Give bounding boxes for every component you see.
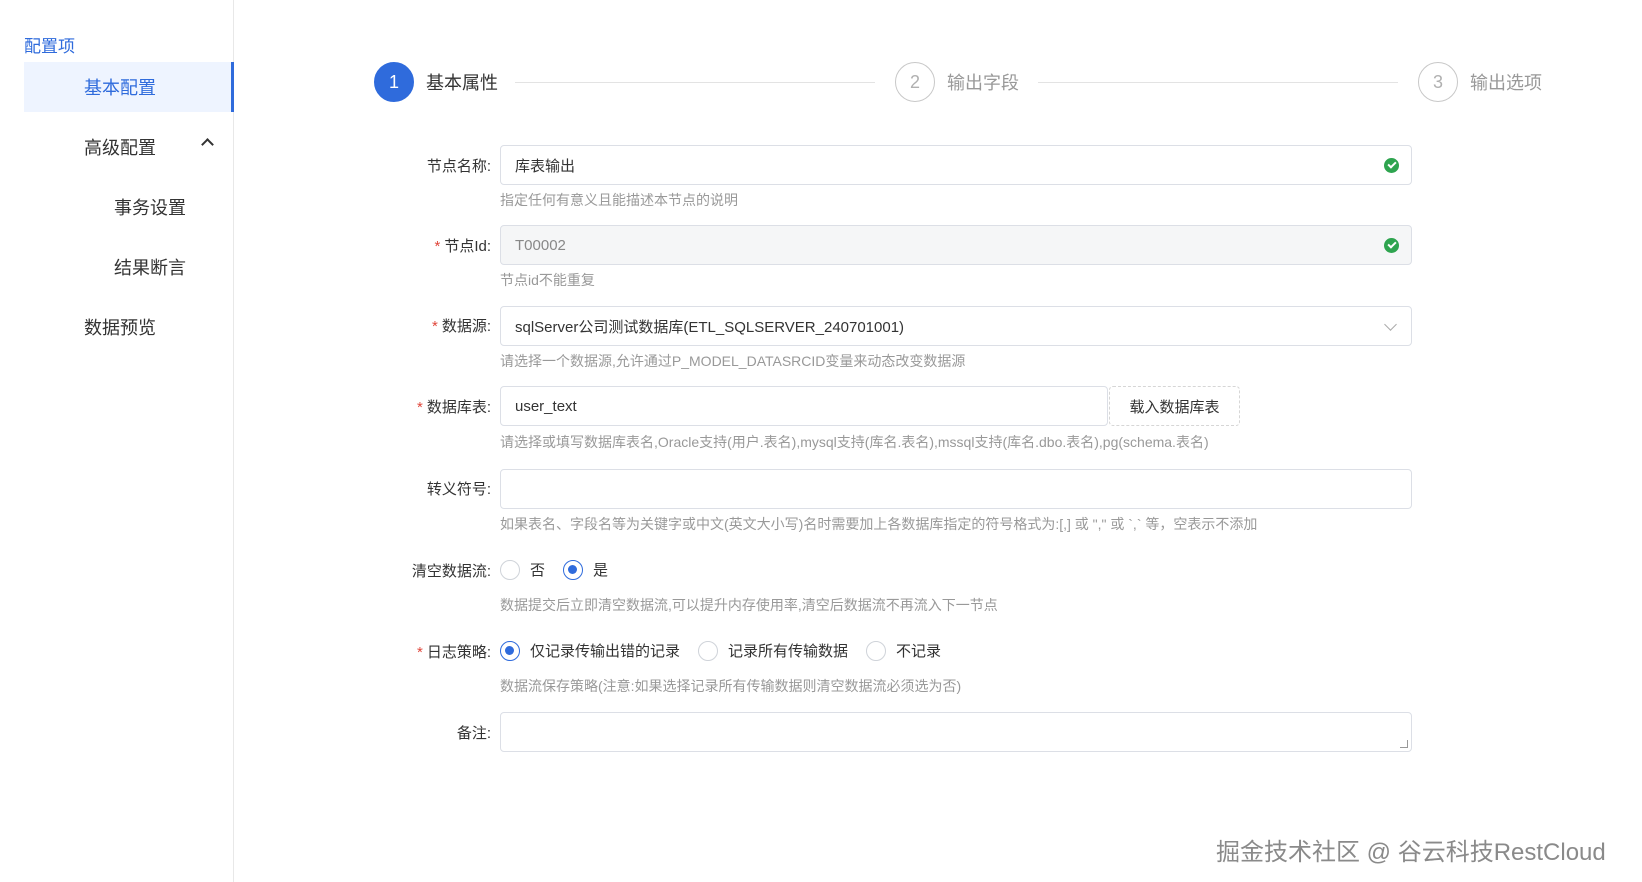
db-table-label: * 数据库表: [416, 399, 491, 416]
sidebar-item-label: 事务设置 [114, 198, 186, 218]
radio-circle [500, 640, 520, 661]
node-name-input[interactable]: 库表输出 [500, 145, 1412, 185]
check-circle-icon [1384, 238, 1399, 253]
radio-circle [698, 640, 719, 661]
step-output-fields[interactable]: 2 输出字段 [895, 62, 1019, 102]
sidebar-item-label: 基本配置 [84, 78, 156, 98]
radio-circle [563, 559, 584, 580]
log-strategy-radio-errors-only[interactable]: 仅记录传输出错的记录 [500, 640, 680, 661]
sidebar-item-label: 高级配置 [84, 138, 156, 158]
radio-circle [500, 559, 520, 580]
step-label: 基本属性 [426, 73, 498, 93]
clear-stream-label: 清空数据流: [411, 563, 491, 580]
log-strategy-radio-all[interactable]: 记录所有传输数据 [698, 640, 848, 661]
escape-hint: 如果表名、字段名等为关键字或中文(英文大小写)名时需要加上各数据库指定的符号格式… [500, 516, 1258, 532]
log-strategy-radio-none[interactable]: 不记录 [866, 640, 941, 661]
node-id-input[interactable]: T00002 [500, 225, 1412, 265]
clear-stream-radio-yes[interactable]: 是 [563, 559, 608, 580]
escape-input[interactable] [500, 469, 1412, 509]
node-name-hint: 指定任何有意义且能描述本节点的说明 [500, 192, 738, 208]
node-id-label: * 节点Id: [434, 238, 491, 255]
sidebar-item-advanced-config[interactable]: 高级配置 [24, 122, 234, 172]
clear-stream-radio-group: 否 是 [500, 559, 626, 580]
sidebar-item-basic-config[interactable]: 基本配置 [24, 62, 234, 112]
radio-label: 仅记录传输出错的记录 [530, 643, 681, 660]
remark-label: 备注: [456, 725, 491, 742]
sidebar-item-transaction-settings[interactable]: 事务设置 [24, 182, 234, 232]
db-table-hint: 请选择或填写数据库表名,Oracle支持(用户.表名),mysql支持(库名.表… [500, 434, 1209, 450]
sidebar-item-label: 数据预览 [84, 318, 156, 338]
datasource-value: sqlServer公司测试数据库(ETL_SQLSERVER_240701001… [515, 318, 905, 336]
step-output-options[interactable]: 3 输出选项 [1418, 62, 1542, 102]
datasource-label: * 数据源: [431, 318, 491, 335]
log-strategy-radio-group: 仅记录传输出错的记录 记录所有传输数据 不记录 [500, 640, 959, 661]
required-mark: * [416, 399, 423, 416]
chevron-up-icon [201, 138, 214, 151]
datasource-select[interactable]: sqlServer公司测试数据库(ETL_SQLSERVER_240701001… [500, 306, 1412, 346]
step-number: 2 [895, 62, 935, 102]
radio-circle [866, 640, 887, 661]
required-mark: * [431, 318, 438, 335]
sidebar: 配置项 基本配置 高级配置 事务设置 结果断言 数据预览 [0, 0, 234, 882]
step-label: 输出字段 [947, 73, 1019, 93]
node-name-label: 节点名称: [426, 158, 491, 175]
node-name-value: 库表输出 [515, 157, 576, 175]
clear-stream-hint: 数据提交后立即清空数据流,可以提升内存使用率,清空后数据流不再流入下一节点 [500, 597, 998, 613]
step-connector [1038, 82, 1398, 83]
db-table-input[interactable]: user_text [500, 386, 1108, 426]
step-label: 输出选项 [1470, 73, 1542, 93]
chevron-down-icon [1384, 318, 1397, 331]
watermark: 掘金技术社区 @ 谷云科技RestCloud [1216, 839, 1606, 866]
log-strategy-hint: 数据流保存策略(注意:如果选择记录所有传输数据则清空数据流必须选为否) [500, 678, 962, 694]
step-number: 3 [1418, 62, 1458, 102]
remark-textarea[interactable] [500, 712, 1412, 752]
sidebar-item-data-preview[interactable]: 数据预览 [24, 302, 234, 352]
radio-label: 记录所有传输数据 [728, 643, 849, 660]
db-table-value: user_text [515, 397, 577, 415]
required-mark: * [434, 238, 441, 255]
step-connector [515, 82, 875, 83]
sidebar-item-result-assertion[interactable]: 结果断言 [24, 242, 234, 292]
radio-label: 是 [593, 562, 609, 579]
log-strategy-label: * 日志策略: [416, 644, 491, 661]
clear-stream-radio-no[interactable]: 否 [500, 559, 545, 580]
node-id-value: T00002 [515, 236, 566, 254]
datasource-hint: 请选择一个数据源,允许通过P_MODEL_DATASRCID变量来动态改变数据源 [500, 353, 966, 369]
sidebar-title: 配置项 [24, 37, 75, 56]
resize-handle-icon[interactable] [1400, 740, 1408, 748]
step-number: 1 [374, 62, 414, 102]
load-db-table-button[interactable]: 载入数据库表 [1109, 386, 1240, 426]
node-id-hint: 节点id不能重复 [500, 272, 595, 288]
check-circle-icon [1384, 158, 1399, 173]
escape-label: 转义符号: [426, 481, 491, 498]
step-basic-properties[interactable]: 1 基本属性 [374, 62, 498, 102]
required-mark: * [416, 644, 423, 661]
sidebar-item-label: 结果断言 [114, 258, 186, 278]
radio-label: 否 [530, 562, 546, 579]
radio-label: 不记录 [896, 643, 942, 660]
